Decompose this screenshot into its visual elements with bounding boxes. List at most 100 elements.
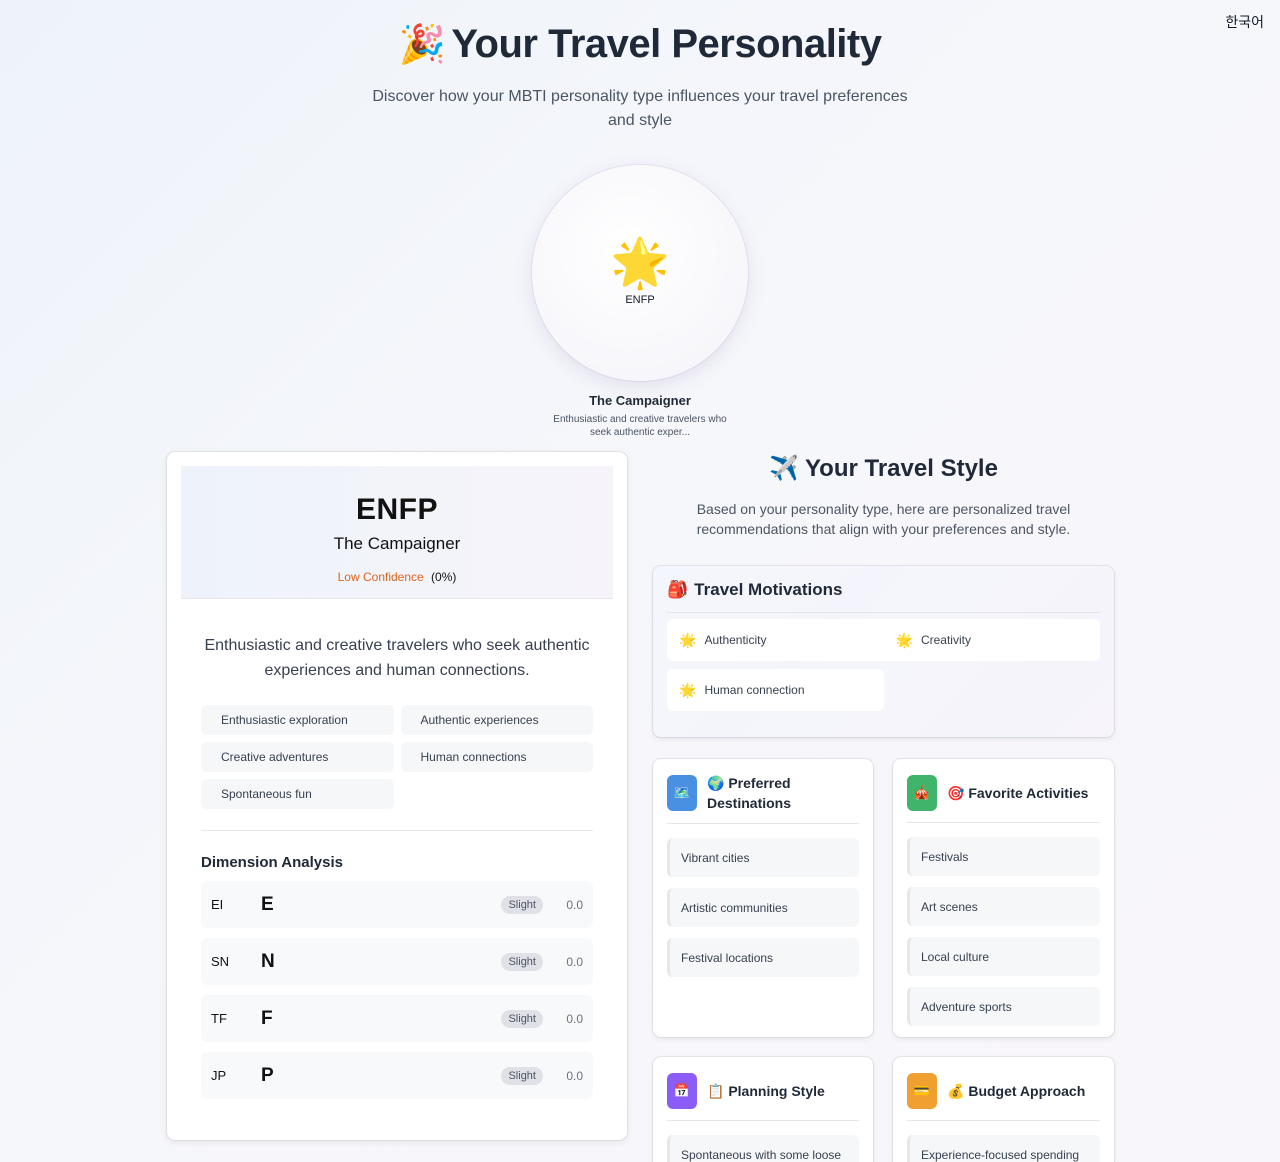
hero: 🎉 Your Travel Personality Discover how y… xyxy=(0,0,1280,133)
travel-style-section: ✈️ Your Travel Style Based on your perso… xyxy=(653,452,1114,737)
trait-chip: Creative adventures xyxy=(201,742,394,772)
page-subtitle: Discover how your MBTI personality type … xyxy=(372,88,908,129)
card-header: 📅 📋 Planning Style xyxy=(667,1071,859,1121)
dimension-score: 0.0 xyxy=(566,1011,583,1026)
list-item: Festival locations xyxy=(667,938,859,977)
clipboard-icon: 📋 xyxy=(707,1082,725,1099)
list-item: Vibrant cities xyxy=(667,838,859,877)
map-icon: 🗺️ xyxy=(667,775,697,811)
party-popper-icon: 🎉 xyxy=(398,23,446,66)
dimension-pair: TF xyxy=(211,1011,227,1026)
list-item: Spontaneous with some loose xyxy=(667,1135,859,1162)
destination-list: Vibrant cities Artistic communities Fest… xyxy=(667,838,859,977)
list-item: Artistic communities xyxy=(667,888,859,927)
page-title: 🎉 Your Travel Personality xyxy=(0,22,1280,67)
strength-badge: Slight xyxy=(501,1009,543,1028)
trait-chip: Spontaneous fun xyxy=(201,779,394,809)
strength-badge: Slight xyxy=(501,1066,543,1085)
globe-icon: 🌍 xyxy=(707,775,725,791)
dimension-row: EI E Slight 0.0 xyxy=(201,881,593,928)
trait-chip: Enthusiastic exploration xyxy=(201,705,394,735)
list-item: Art scenes xyxy=(907,887,1100,926)
trait-chip: Human connections xyxy=(400,742,593,772)
motivation-label: Authenticity xyxy=(704,633,767,647)
type-badge-name: The Campaigner xyxy=(589,393,691,408)
card-title-text: Budget Approach xyxy=(968,1082,1086,1099)
result-description: Enthusiastic and creative travelers who … xyxy=(204,637,590,679)
confidence-value: (0%) xyxy=(431,570,457,584)
dimension-score: 0.0 xyxy=(566,954,583,969)
dimension-score: 0.0 xyxy=(566,897,583,912)
card-header: 🗺️ 🌍 Preferred Destinations xyxy=(667,773,859,824)
travel-motivations-card: 🎒 Travel Motivations 🌟 Authenticity 🌟 Cr… xyxy=(653,566,1114,737)
type-badge-code: ENFP xyxy=(625,294,655,306)
calendar-icon: 📅 xyxy=(667,1072,697,1109)
glowing-star-icon: 🌟 xyxy=(895,631,913,648)
dimension-letter: P xyxy=(261,1064,274,1086)
card-title-line2: Destinations xyxy=(707,795,792,811)
motivation-item: 🌟 Human connection xyxy=(667,669,884,711)
dimension-pair: JP xyxy=(211,1068,227,1083)
dimension-row: SN N Slight 0.0 xyxy=(201,938,593,985)
card-title-text: Favorite Activities xyxy=(968,784,1089,801)
dimension-letter: N xyxy=(261,950,275,972)
list-item: Adventure sports xyxy=(907,987,1100,1026)
personality-result-card: ENFP The Campaigner Low Confidence (0%) … xyxy=(167,452,627,1140)
type-badge-circle[interactable]: 🌟 ENFP xyxy=(532,165,748,381)
confidence-label: Low Confidence xyxy=(337,570,424,584)
travel-motivations-title: Travel Motivations xyxy=(694,580,843,599)
glowing-star-icon: 🌟 xyxy=(679,631,697,648)
preferred-destinations-card: 🗺️ 🌍 Preferred Destinations Vibrant citi… xyxy=(653,759,873,1037)
dimension-list: EI E Slight 0.0 SN N Slight 0.0 TF F Sli… xyxy=(201,881,593,1099)
strength-badge: Slight xyxy=(501,952,543,971)
motivation-list: 🌟 Authenticity 🌟 Creativity 🌟 Human conn… xyxy=(667,619,1100,711)
dimension-analysis-title: Dimension Analysis xyxy=(201,854,343,871)
dimension-pair: EI xyxy=(211,897,224,912)
favorite-activities-card: 🎪 🎯 Favorite Activities Festivals Art sc… xyxy=(893,759,1114,1037)
dimension-letter: E xyxy=(261,893,274,915)
dimension-row: JP P Slight 0.0 xyxy=(201,1052,593,1099)
glowing-star-icon: 🌟 xyxy=(679,681,697,698)
strength-badge: Slight xyxy=(501,895,543,914)
trait-chip: Authentic experiences xyxy=(400,705,593,735)
page-title-text: Your Travel Personality xyxy=(451,22,882,66)
dimension-letter: F xyxy=(261,1007,273,1029)
card-title: 🎯 Favorite Activities xyxy=(947,783,1088,803)
card-header: 💳 💰 Budget Approach xyxy=(907,1071,1100,1121)
card-title: 📋 Planning Style xyxy=(707,1081,825,1101)
list-item: Experience-focused spending xyxy=(907,1135,1100,1162)
target-icon: 🎯 xyxy=(947,784,965,801)
travel-style-title-text: Your Travel Style xyxy=(804,454,998,482)
planning-list: Spontaneous with some loose xyxy=(667,1135,859,1162)
result-type-code: ENFP xyxy=(355,493,438,526)
travel-style-title: ✈️ Your Travel Style xyxy=(653,454,1114,483)
trait-chips: Enthusiastic exploration Authentic exper… xyxy=(201,705,593,809)
card-header: 🎪 🎯 Favorite Activities xyxy=(907,773,1100,823)
dimension-pair: SN xyxy=(211,954,230,969)
airplane-icon: ✈️ xyxy=(769,455,799,482)
result-type-name: The Campaigner xyxy=(333,534,461,553)
circus-tent-icon: 🎪 xyxy=(907,774,937,811)
planning-style-card: 📅 📋 Planning Style Spontaneous with some… xyxy=(653,1057,873,1162)
confidence-indicator: Low Confidence (0%) xyxy=(181,570,613,584)
budget-approach-card: 💳 💰 Budget Approach Experience-focused s… xyxy=(893,1057,1114,1162)
divider xyxy=(201,830,593,831)
budget-list: Experience-focused spending xyxy=(907,1135,1100,1162)
list-item: Festivals xyxy=(907,837,1100,876)
motivation-item: 🌟 Authenticity xyxy=(667,619,884,661)
dimension-score: 0.0 xyxy=(566,1068,583,1083)
credit-card-icon: 💳 xyxy=(907,1072,937,1109)
result-card-header: ENFP The Campaigner Low Confidence (0%) xyxy=(181,466,613,599)
card-title-text: Planning Style xyxy=(728,1082,825,1099)
card-title: 🌍 Preferred Destinations xyxy=(707,773,791,813)
language-switch[interactable]: 한국어 xyxy=(1225,12,1264,32)
dimension-row: TF F Slight 0.0 xyxy=(201,995,593,1042)
motivation-label: Human connection xyxy=(704,683,805,697)
travel-style-description: Based on your personality type, here are… xyxy=(696,501,1071,537)
travel-motivations-header: 🎒 Travel Motivations xyxy=(667,580,1100,613)
list-item: Local culture xyxy=(907,937,1100,976)
activity-list: Festivals Art scenes Local culture Adven… xyxy=(907,837,1100,1026)
card-title-line1: Preferred xyxy=(728,775,791,791)
money-bag-icon: 💰 xyxy=(947,1082,965,1099)
type-badge-description: Enthusiastic and creative travelers who … xyxy=(553,414,727,438)
